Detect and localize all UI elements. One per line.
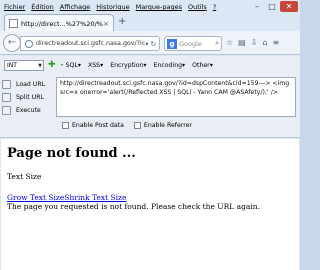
globe-icon bbox=[25, 39, 33, 48]
tab-close-icon[interactable]: × bbox=[103, 20, 109, 28]
search-input[interactable]: g Google ⌕ bbox=[164, 36, 222, 51]
tab-strip: http://direct...%27%20/%3E × + bbox=[0, 12, 300, 32]
xss-label: XSS bbox=[87, 62, 101, 69]
error-message: The page you requested is not found. Ple… bbox=[7, 202, 260, 211]
load-url-icon bbox=[2, 80, 11, 89]
toolbar-icons: ☆ ▤ ⇩ ⌂ ≡ bbox=[226, 38, 279, 47]
text-size-links: Grow Text SizeShrink Text Size bbox=[7, 193, 293, 202]
hackbar-url-textarea[interactable]: http://directreadout.sci.gsfc.nasa.gov/?… bbox=[56, 77, 296, 117]
checkbox-icon bbox=[133, 122, 141, 129]
search-placeholder: Google bbox=[179, 39, 202, 48]
hackbar-menu-xss[interactable]: XSS▾ bbox=[88, 62, 103, 69]
url-bar[interactable]: directreadout.sci.gsfc.nasa.gov/?ic ▾ ↻ bbox=[20, 36, 160, 51]
sql-label: SQL bbox=[65, 62, 78, 69]
back-button[interactable]: ← bbox=[3, 34, 21, 52]
browser-window: Fichier Édition Affichage Historique Mar… bbox=[0, 0, 300, 270]
home-icon[interactable]: ⌂ bbox=[262, 38, 267, 47]
split-url-label: Split URL bbox=[16, 94, 44, 101]
other-label: Other bbox=[192, 62, 210, 69]
maximize-button[interactable]: □ bbox=[265, 1, 279, 12]
url-bar-buttons-icon[interactable]: ▾ ↻ bbox=[145, 40, 156, 48]
search-icon[interactable]: ⌕ bbox=[215, 39, 219, 48]
hackbar-menu-encryption[interactable]: Encryption▾ bbox=[110, 62, 146, 69]
load-url-button[interactable]: Load URL bbox=[2, 78, 56, 91]
post-data-label: Enable Post data bbox=[72, 122, 124, 129]
post-data-checkbox[interactable]: Enable Post data bbox=[62, 122, 124, 129]
hackbar-options: Enable Post data Enable Referrer bbox=[62, 122, 192, 129]
execute-label: Execute bbox=[16, 107, 41, 114]
grow-text-link[interactable]: Grow Text Size bbox=[7, 193, 64, 202]
new-tab-button[interactable]: + bbox=[118, 17, 126, 27]
menu-marque-pages[interactable]: Marque-pages bbox=[136, 3, 182, 11]
bookmark-star-icon[interactable]: ☆ bbox=[226, 38, 233, 47]
menu-edition[interactable]: Édition bbox=[31, 3, 54, 11]
type-select[interactable]: INT ▼ bbox=[4, 60, 44, 71]
menu-affichage[interactable]: Affichage bbox=[60, 3, 91, 11]
encryption-label: Encryption bbox=[110, 62, 144, 69]
split-url-icon bbox=[2, 93, 11, 102]
split-url-button[interactable]: Split URL bbox=[2, 91, 56, 104]
download-icon[interactable]: ⇩ bbox=[251, 38, 258, 47]
navigation-bar: directreadout.sci.gsfc.nasa.gov/?ic ▾ ↻ … bbox=[0, 31, 300, 55]
hackbar-panel: INT ▼ ✚ • SQL▾ XSS▾ Encryption▾ Encoding… bbox=[0, 56, 300, 138]
window-controls: – □ ✕ bbox=[250, 1, 298, 12]
execute-button[interactable]: Execute bbox=[2, 104, 56, 117]
menu-historique[interactable]: Historique bbox=[96, 3, 129, 11]
execute-icon bbox=[2, 106, 11, 115]
hackbar-menu-other[interactable]: Other▾ bbox=[192, 62, 213, 69]
menu-icon[interactable]: ≡ bbox=[273, 38, 280, 47]
shrink-text-link[interactable]: Shrink Text Size bbox=[64, 193, 126, 202]
url-text: directreadout.sci.gsfc.nasa.gov/?ic bbox=[36, 40, 146, 47]
hackbar-menu-sql[interactable]: • SQL▾ bbox=[60, 62, 81, 69]
google-icon[interactable]: g bbox=[167, 38, 177, 49]
page-content: Page not found ... Text Size Grow Text S… bbox=[1, 139, 299, 270]
hackbar-menu-encoding[interactable]: Encoding▾ bbox=[154, 62, 186, 69]
checkbox-icon bbox=[62, 122, 69, 129]
encoding-label: Encoding bbox=[153, 62, 183, 69]
chevron-down-icon: ▼ bbox=[38, 63, 42, 69]
menu-fichier[interactable]: Fichier bbox=[4, 3, 25, 11]
page-title: Page not found ... bbox=[7, 146, 136, 161]
hackbar-commands: Load URL Split URL Execute bbox=[2, 78, 56, 117]
menu-outils[interactable]: Outils bbox=[188, 3, 207, 11]
referrer-label: Enable Referrer bbox=[143, 122, 192, 129]
type-select-value: INT bbox=[7, 62, 17, 69]
window-close-button[interactable]: ✕ bbox=[280, 1, 298, 12]
tab-title: http://direct...%27%20/%3E bbox=[21, 19, 104, 28]
green-plus-icon[interactable]: ✚ bbox=[48, 61, 56, 70]
menu-help[interactable]: ? bbox=[213, 3, 216, 11]
minimize-button[interactable]: – bbox=[250, 1, 264, 12]
load-url-label: Load URL bbox=[16, 81, 46, 88]
referrer-checkbox[interactable]: Enable Referrer bbox=[133, 122, 192, 129]
hackbar-menu: • SQL▾ XSS▾ Encryption▾ Encoding▾ Other▾ bbox=[60, 62, 213, 69]
tab-active[interactable]: http://direct...%27%20/%3E × bbox=[4, 14, 114, 32]
page-icon bbox=[9, 19, 18, 28]
text-size-label: Text Size bbox=[7, 172, 42, 181]
reading-list-icon[interactable]: ▤ bbox=[238, 38, 246, 47]
